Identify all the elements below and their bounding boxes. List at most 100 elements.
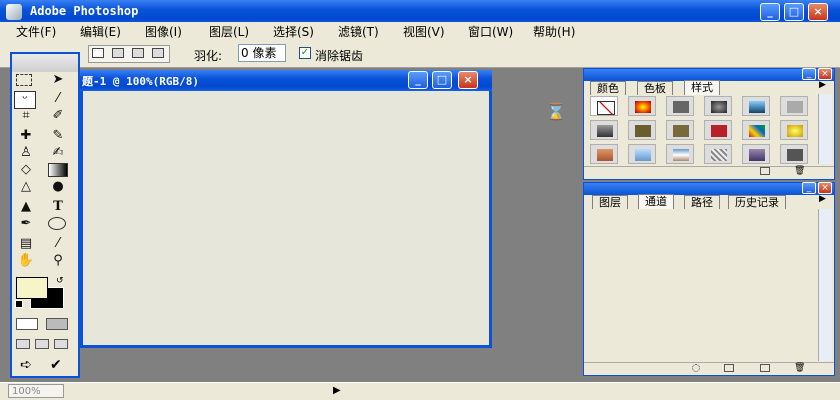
marquee-tool-icon[interactable] [16,74,32,86]
channels-scrollbar[interactable] [818,209,832,361]
hand-tool-icon[interactable]: ✋ [16,253,36,269]
brush-tool-icon[interactable]: ✎ [48,128,68,144]
feather-label: 羽化: [194,49,223,63]
menu-help[interactable]: 帮助(H) [533,23,575,40]
styles-panel-minimize-button[interactable]: _ [802,68,816,80]
layers-panel-close-button[interactable]: × [818,182,832,194]
foreground-color-swatch[interactable] [16,277,48,299]
magic-wand-tool-icon[interactable]: ⁄ [48,91,68,107]
layers-panel-minimize-button[interactable]: _ [802,182,816,194]
tab-styles[interactable]: 样式 [684,80,720,95]
close-button[interactable]: × [808,3,828,21]
gradient-tool-icon[interactable] [48,163,68,177]
blur-tool-icon[interactable]: △ [16,179,36,195]
menu-select[interactable]: 选择(S) [273,23,314,40]
style-swatch[interactable] [590,144,618,164]
style-swatch[interactable] [666,120,694,140]
styles-panel-menu-icon[interactable]: ▶ [819,80,826,90]
channel-trash-icon[interactable]: 🗑 [794,363,805,373]
style-swatch[interactable] [742,144,770,164]
type-tool-icon[interactable]: T [48,199,68,215]
move-tool-icon[interactable]: ➤ [48,72,68,88]
styles-panel-close-button[interactable]: × [818,68,832,80]
crop-tool-icon[interactable]: ⌗ [16,108,36,124]
style-swatch[interactable] [780,144,808,164]
menu-edit[interactable]: 编辑(E) [80,23,121,40]
dodge-tool-icon[interactable]: ● [48,179,68,195]
menu-filter[interactable]: 滤镜(T) [338,23,379,40]
tab-channels[interactable]: 通道 [638,194,674,209]
hourglass-icon: ⌛ [546,102,566,121]
channel-load-icon[interactable] [692,364,700,372]
zoom-field[interactable]: 100% [8,384,64,398]
layers-panel-menu-icon[interactable]: ▶ [819,194,826,204]
styles-trash-icon[interactable]: 🗑 [794,166,805,176]
intersect-selection-icon[interactable] [152,48,164,58]
status-menu-arrow-icon[interactable]: ▶ [333,385,341,396]
jump-to-imageready-icon[interactable]: ➪ [20,357,32,373]
channel-save-icon[interactable] [724,364,734,372]
style-swatch[interactable] [780,96,808,116]
menu-file[interactable]: 文件(F) [16,23,56,40]
feather-input[interactable]: 0 像素 [238,44,286,62]
zoom-tool-icon[interactable]: ⚲ [48,253,68,269]
tab-color[interactable]: 颜色 [590,81,626,95]
eraser-tool-icon[interactable]: ◇ [16,162,36,178]
document-close-button[interactable]: × [458,71,478,89]
style-swatch[interactable] [704,96,732,116]
tab-history[interactable]: 历史记录 [728,195,786,209]
style-swatch[interactable] [590,96,618,116]
style-swatch[interactable] [628,120,656,140]
maximize-button[interactable]: □ [784,3,804,21]
minimize-button[interactable]: _ [760,3,780,21]
tab-swatches[interactable]: 色板 [637,81,673,95]
style-swatch[interactable] [666,96,694,116]
toolbox-header [12,54,78,72]
document-maximize-button[interactable]: □ [432,71,452,89]
styles-new-icon[interactable] [760,167,770,175]
styles-scrollbar[interactable] [818,94,832,164]
style-swatch[interactable] [742,120,770,140]
document-window [80,70,492,348]
menu-layer[interactable]: 图层(L) [209,23,249,40]
app-title: Adobe Photoshop [30,4,139,18]
healing-brush-icon[interactable]: ✚ [16,128,36,144]
notes-tool-icon[interactable]: ▤ [16,236,36,252]
quickmask-mode-button[interactable] [46,318,68,330]
style-swatch[interactable] [628,96,656,116]
menu-image[interactable]: 图像(I) [145,23,182,40]
menu-view[interactable]: 视图(V) [403,23,445,40]
jump-to-app-icon[interactable]: ✔ [50,357,62,373]
menu-window[interactable]: 窗口(W) [468,23,513,40]
path-selection-icon[interactable]: ▲ [16,199,36,215]
add-selection-icon[interactable] [112,48,124,58]
screen-mode-menubar-button[interactable] [35,339,49,349]
channel-new-icon[interactable] [760,364,770,372]
screen-mode-standard-button[interactable] [16,339,30,349]
screen-mode-full-button[interactable] [54,339,68,349]
style-swatch[interactable] [780,120,808,140]
lasso-tool-icon[interactable]: ᵕ [14,91,36,109]
standard-mode-button[interactable] [16,318,38,330]
clone-stamp-icon[interactable]: ♙ [16,145,36,161]
tab-layers[interactable]: 图层 [592,195,628,209]
swap-colors-icon[interactable]: ↺ [56,276,64,286]
style-swatch[interactable] [742,96,770,116]
pen-tool-icon[interactable]: ✒ [16,216,36,232]
style-swatch[interactable] [628,144,656,164]
shape-tool-icon[interactable] [48,217,66,230]
slice-tool-icon[interactable]: ✐ [48,108,68,124]
style-swatch[interactable] [704,120,732,140]
subtract-selection-icon[interactable] [132,48,144,58]
history-brush-icon[interactable]: ✍ [48,145,68,161]
document-title-bar: 题-1 @ 100%(RGB/8) _ □ × [80,70,492,91]
document-minimize-button[interactable]: _ [408,71,428,89]
new-selection-icon[interactable] [92,48,104,58]
default-colors-icon[interactable] [15,300,23,308]
style-swatch[interactable] [666,144,694,164]
eyedropper-tool-icon[interactable]: ⁄ [48,236,68,252]
tab-paths[interactable]: 路径 [684,195,720,209]
style-swatch[interactable] [590,120,618,140]
style-swatch[interactable] [704,144,732,164]
antialias-checkbox[interactable]: ✓ [299,47,311,59]
